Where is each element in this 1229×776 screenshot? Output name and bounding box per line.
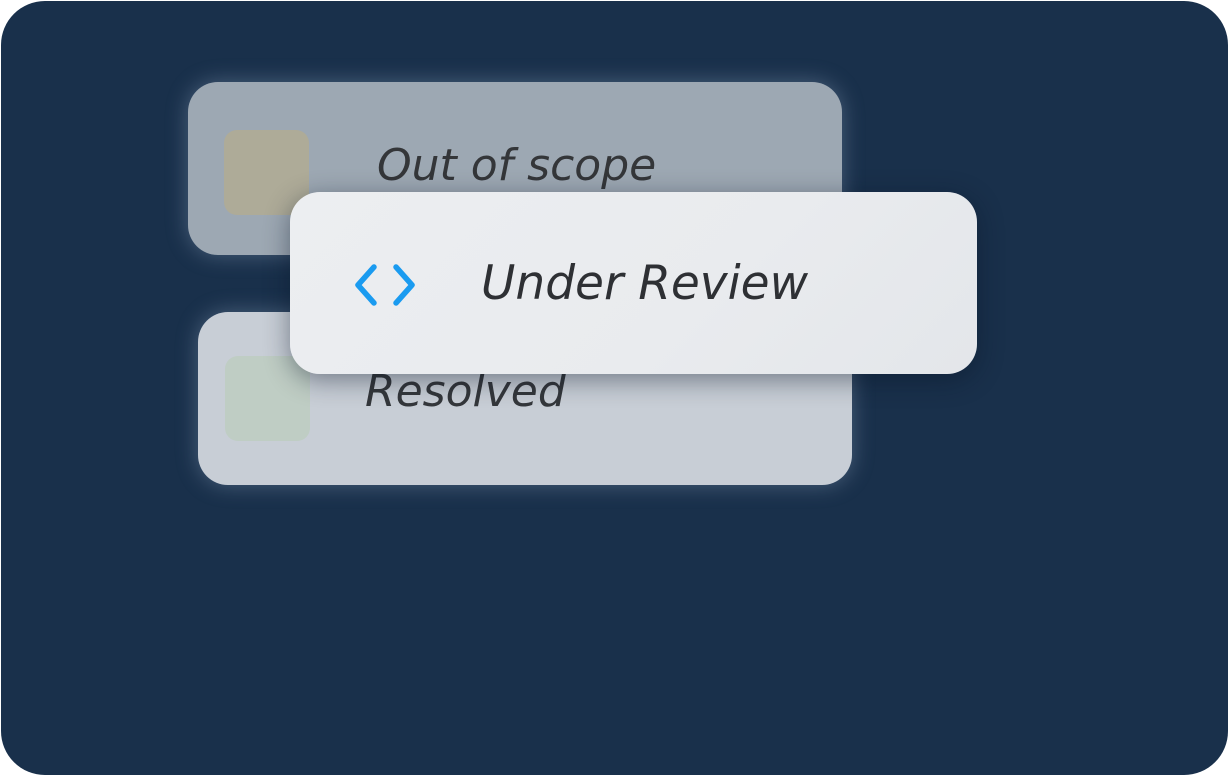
status-option-label: Under Review	[481, 256, 809, 311]
status-option-label: Resolved	[365, 366, 566, 417]
status-color-swatch	[225, 356, 310, 441]
status-option-label: Out of scope	[377, 140, 657, 191]
code-brackets-icon	[355, 264, 415, 306]
status-option-under-review-dragging[interactable]: Under Review	[290, 192, 977, 374]
status-picker-panel: Out of scope Resolved Under Review	[1, 1, 1228, 775]
